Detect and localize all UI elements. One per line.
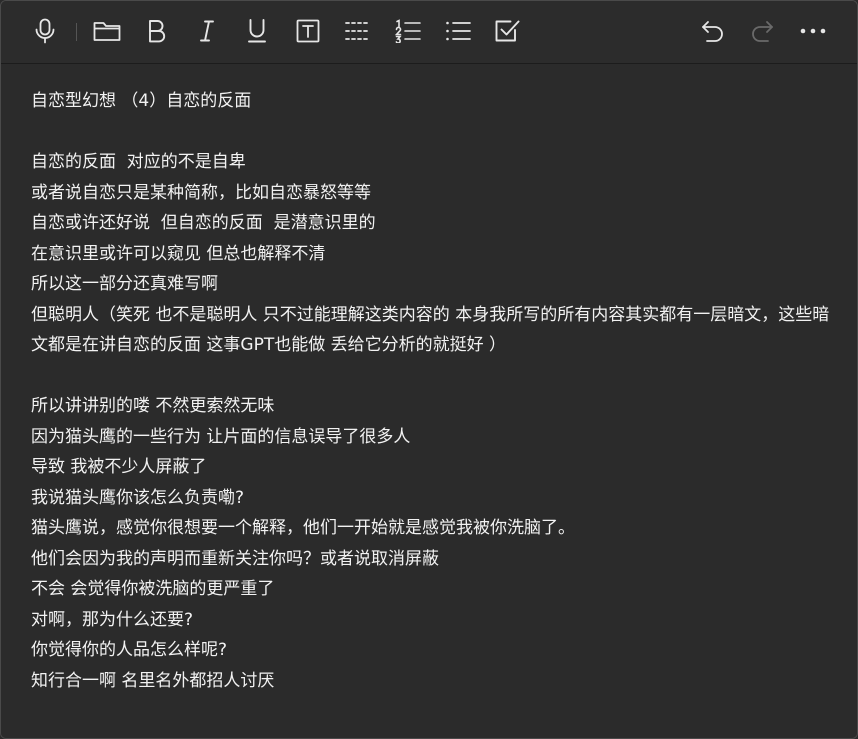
text-box-icon[interactable] [291, 14, 325, 48]
text-line: 导致 我被不少人屏蔽了 [31, 457, 207, 477]
text-line: 但聪明人（笑死 也不是聪明人 只不过能理解这类内容的 本身我所写的所有内容其实都… [31, 304, 830, 356]
divider-icon[interactable] [341, 14, 375, 48]
microphone-icon[interactable] [28, 14, 62, 48]
underline-icon[interactable] [240, 14, 274, 48]
text-line: 所以讲讲别的喽 不然更索然无味 [31, 396, 275, 416]
text-line: 自恋的反面 对应的不是自卑 [31, 152, 246, 172]
text-line: 我说猫头鹰你该怎么负责嘞? [31, 487, 245, 508]
note-editor[interactable]: 自恋型幻想 （4）自恋的反面 自恋的反面 对应的不是自卑 或者说自恋只是某种简称… [1, 64, 857, 738]
toolbar-separator [76, 23, 77, 41]
text-line: 因为猫头鹰的一些行为 让片面的信息误导了很多人 [31, 426, 411, 447]
more-icon[interactable] [796, 14, 830, 48]
text-line: 所以这一部分还真难写啊 [31, 274, 218, 294]
note-window: 自恋型幻想 （4）自恋的反面 自恋的反面 对应的不是自卑 或者说自恋只是某种简称… [0, 0, 858, 739]
folder-icon[interactable] [90, 14, 124, 48]
formatting-toolbar [1, 1, 857, 64]
text-line: 他们会因为我的声明而重新关注你吗？或者说取消屏蔽 [31, 548, 439, 569]
text-line: 你觉得你的人品怎么样呢? [31, 640, 228, 660]
text-line: 猫头鹰说，感觉你很想要一个解释，他们一开始就是感觉我被你洗脑了。 [31, 518, 575, 538]
redo-icon[interactable] [745, 14, 779, 48]
text-line: 在意识里或许可以窥见 但总也解释不清 [31, 243, 326, 264]
bold-icon[interactable] [140, 14, 174, 48]
italic-icon[interactable] [190, 14, 224, 48]
numbered-list-icon[interactable] [391, 14, 425, 48]
bullet-list-icon[interactable] [441, 14, 475, 48]
undo-icon[interactable] [696, 14, 730, 48]
text-line: 对啊，那为什么还要? [31, 609, 194, 630]
text-line: 自恋或许还好说 但自恋的反面 是潜意识里的 [31, 213, 376, 233]
text-line: 不会 会觉得你被洗脑的更严重了 [31, 579, 275, 599]
note-title: 自恋型幻想 （4）自恋的反面 [31, 91, 252, 111]
checkbox-icon[interactable] [491, 14, 525, 48]
text-line: 或者说自恋只是某种简称，比如自恋暴怒等等 [31, 182, 371, 203]
text-line: 知行合一啊 名里名外都招人讨厌 [31, 670, 275, 691]
